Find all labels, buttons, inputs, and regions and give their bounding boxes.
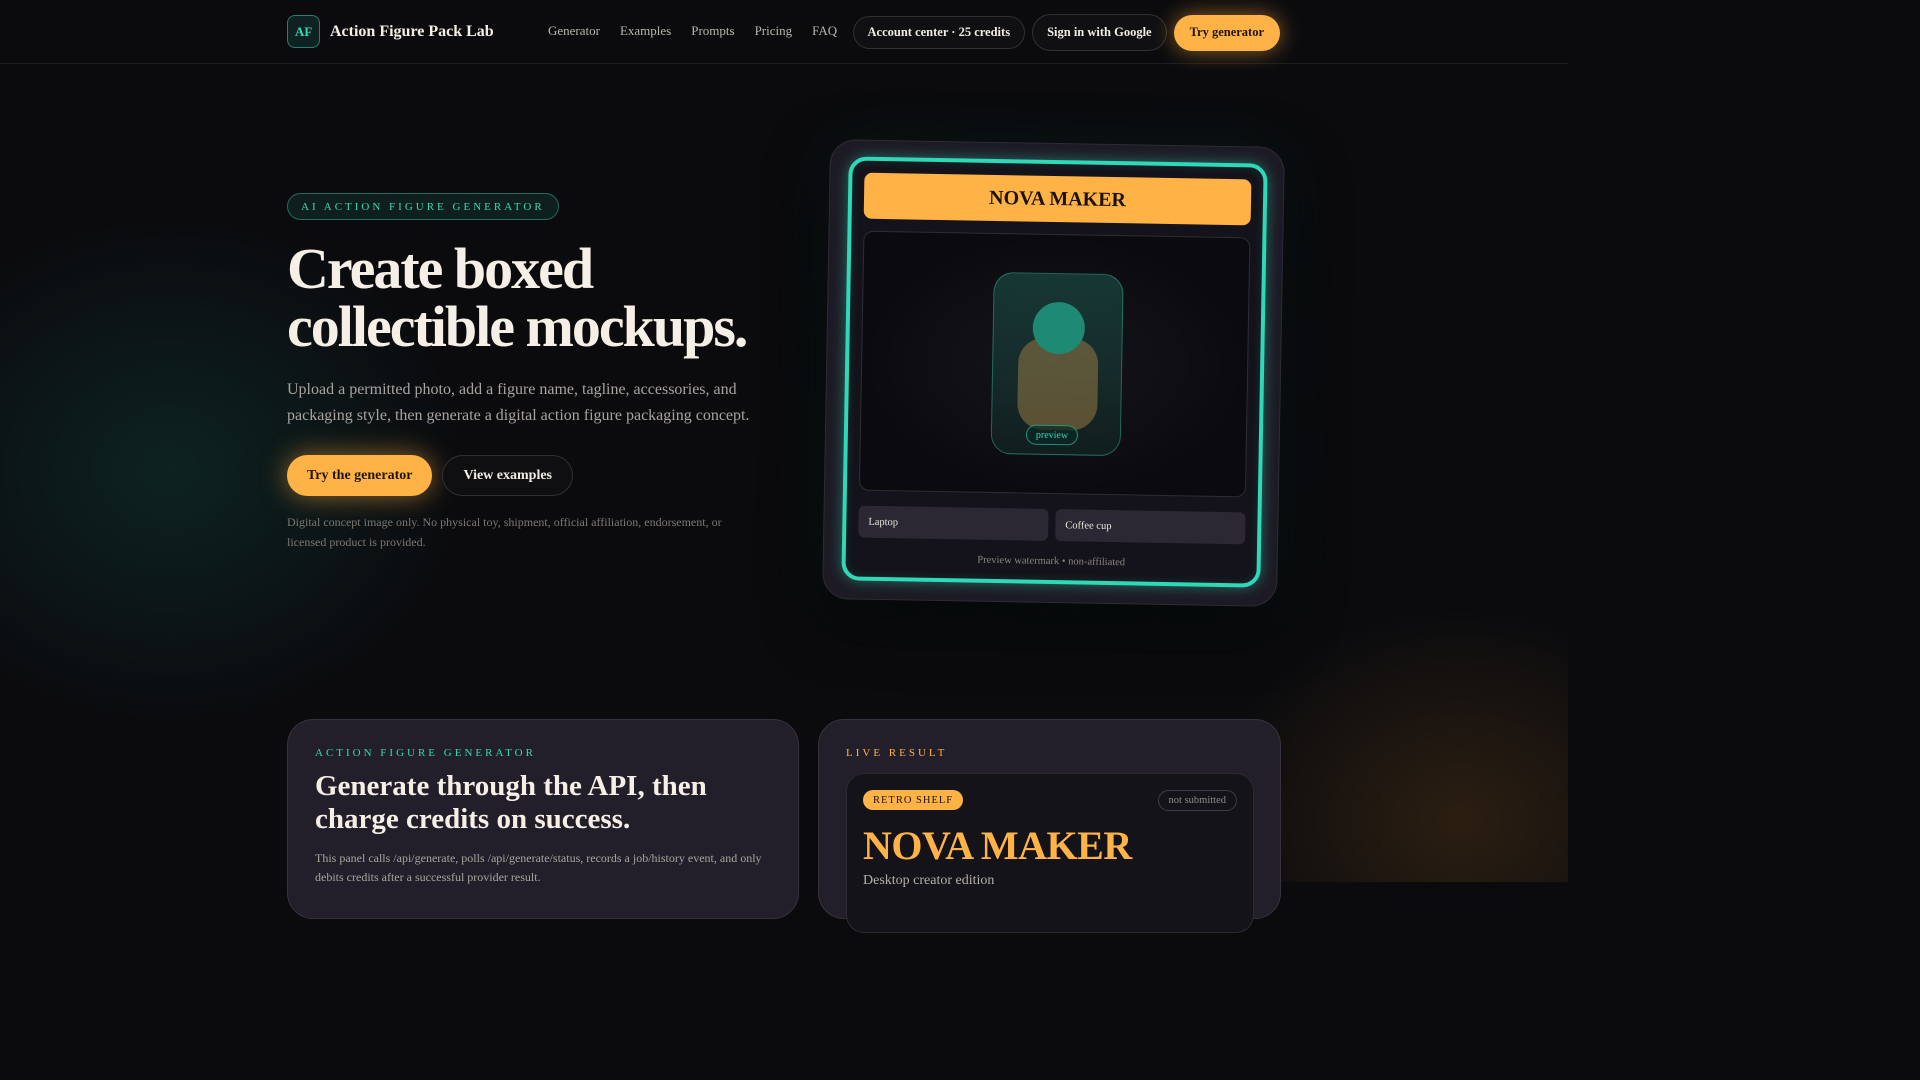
package-frame: NOVA MAKER preview Laptop Coffee cup Pre… bbox=[841, 156, 1268, 588]
preview-tag: preview bbox=[1025, 424, 1079, 446]
generator-card-eyebrow: ACTION FIGURE GENERATOR bbox=[315, 747, 536, 759]
hero-title-line-1: Create boxed bbox=[287, 236, 594, 301]
result-preview: RETRO SHELF not submitted NOVA MAKER Des… bbox=[846, 773, 1254, 933]
brand[interactable]: AF Action Figure Pack Lab bbox=[287, 15, 494, 48]
brand-logo: AF bbox=[287, 15, 320, 48]
nav-prompts[interactable]: Prompts bbox=[691, 23, 734, 39]
hero-cta-group: Try the generator View examples bbox=[287, 455, 574, 496]
live-result-eyebrow: LIVE RESULT bbox=[846, 747, 948, 759]
package-window: preview bbox=[858, 230, 1251, 498]
main-nav: Generator Examples Prompts Pricing FAQ bbox=[548, 23, 837, 39]
watermark-text: Preview watermark • non-affiliated bbox=[977, 554, 1126, 569]
result-figure-name: NOVA MAKER bbox=[863, 823, 1132, 868]
generator-card-title: Generate through the API, then charge cr… bbox=[315, 770, 707, 835]
nav-generator[interactable]: Generator bbox=[548, 23, 600, 39]
hero-title-line-2: collectible mockups. bbox=[287, 294, 748, 359]
top-header: AF Action Figure Pack Lab Generator Exam… bbox=[0, 0, 1568, 64]
view-examples-button[interactable]: View examples bbox=[442, 455, 574, 496]
header-actions: Account center · 25 credits Sign in with… bbox=[852, 14, 1280, 51]
hero-title: Create boxed collectible mockups. bbox=[287, 240, 807, 356]
nav-pricing[interactable]: Pricing bbox=[755, 23, 793, 39]
live-result-card: LIVE RESULT RETRO SHELF not submitted NO… bbox=[818, 719, 1281, 933]
figure-preview: preview bbox=[990, 271, 1124, 457]
generator-card-text: This panel calls /api/generate, polls /a… bbox=[315, 851, 762, 884]
account-center-button[interactable]: Account center · 25 credits bbox=[852, 16, 1026, 49]
status-badge: not submitted bbox=[1157, 790, 1237, 811]
try-the-generator-button[interactable]: Try the generator bbox=[287, 455, 433, 496]
accessory-chip-laptop: Laptop bbox=[858, 505, 1049, 541]
try-generator-button[interactable]: Try generator bbox=[1173, 14, 1280, 51]
hero-disclaimer: Digital concept image only. No physical … bbox=[287, 515, 722, 549]
generator-card: ACTION FIGURE GENERATOR Generate through… bbox=[287, 719, 799, 919]
package-name-banner: NOVA MAKER bbox=[863, 172, 1252, 226]
package-mockup: NOVA MAKER preview Laptop Coffee cup Pre… bbox=[822, 139, 1285, 607]
accessory-chip-coffee-cup: Coffee cup bbox=[1055, 509, 1246, 545]
hero-eyebrow: AI ACTION FIGURE GENERATOR bbox=[287, 193, 559, 220]
nav-examples[interactable]: Examples bbox=[620, 23, 671, 39]
brand-name: Action Figure Pack Lab bbox=[330, 22, 494, 40]
google-signin-button[interactable]: Sign in with Google bbox=[1032, 14, 1167, 51]
style-badge: RETRO SHELF bbox=[863, 790, 964, 810]
nav-faq[interactable]: FAQ bbox=[812, 23, 837, 39]
hero-subtitle: Upload a permitted photo, add a figure n… bbox=[287, 381, 750, 424]
result-subtitle: Desktop creator edition bbox=[863, 873, 995, 888]
